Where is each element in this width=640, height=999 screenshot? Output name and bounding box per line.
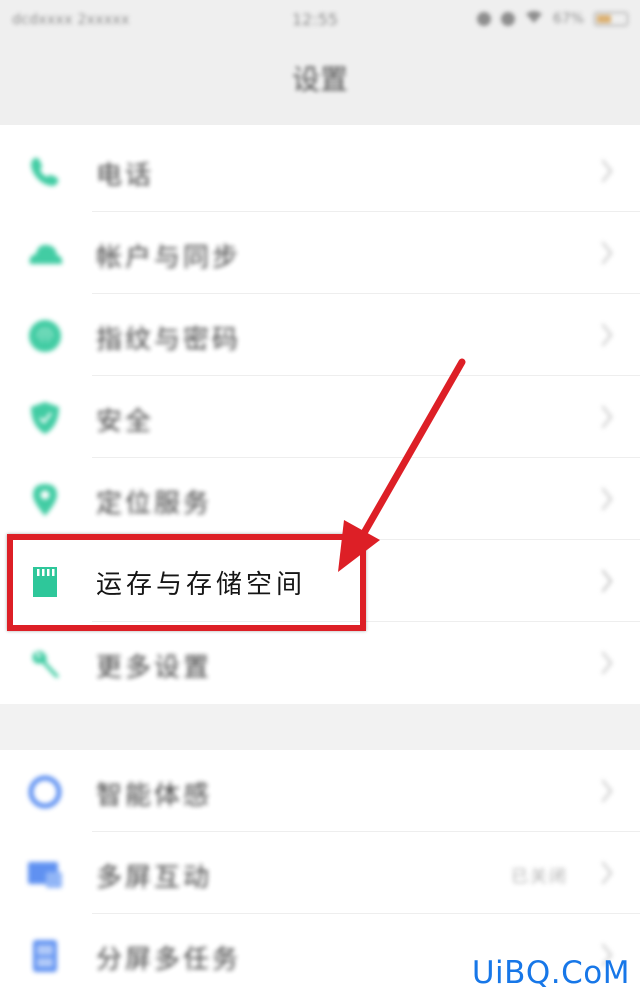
chevron-right-icon xyxy=(601,569,613,593)
settings-item-label: 安全 xyxy=(96,407,155,437)
settings-item-label: 运存与存储空间 xyxy=(96,570,307,600)
settings-item-label: 指纹与密码 xyxy=(96,325,242,355)
settings-item-label: 多屏互动 xyxy=(96,863,213,893)
carrier-name: dcdxxxx 2xxxxx xyxy=(12,12,130,28)
phone-settings-screen: dcdxxxx 2xxxxx 12:55 67% 设置 电话 帐户与同步 指纹与… xyxy=(0,0,640,999)
settings-item-ram-storage[interactable]: 运存与存储空间 xyxy=(0,540,640,622)
page-title: 设置 xyxy=(291,63,348,96)
shield-icon xyxy=(26,400,64,436)
settings-item-label: 电话 xyxy=(96,161,155,191)
chevron-right-icon xyxy=(601,861,613,885)
multi-screen-icon xyxy=(26,856,64,892)
chevron-right-icon xyxy=(601,487,613,511)
settings-item-label: 帐户与同步 xyxy=(96,243,242,273)
alarm-icon xyxy=(476,12,491,26)
settings-item-label: 更多设置 xyxy=(96,653,213,683)
wifi-icon xyxy=(525,10,543,28)
settings-item-label: 智能体感 xyxy=(96,781,213,811)
fingerprint-icon xyxy=(26,318,64,354)
battery-icon xyxy=(594,12,628,26)
settings-item-security[interactable]: 安全 xyxy=(0,376,640,458)
settings-item-more-settings[interactable]: 更多设置 xyxy=(0,622,640,704)
top-bar: dcdxxxx 2xxxxx 12:55 67% 设置 xyxy=(0,0,640,125)
wrench-icon xyxy=(26,646,64,682)
chevron-right-icon xyxy=(601,779,613,803)
settings-item-value: 已关闭 xyxy=(511,867,568,887)
notification-icon xyxy=(500,12,515,26)
settings-item-phone[interactable]: 电话 xyxy=(0,130,640,212)
settings-item-label: 定位服务 xyxy=(96,489,213,519)
settings-item-multi-screen[interactable]: 多屏互动 已关闭 xyxy=(0,832,640,914)
settings-item-location[interactable]: 定位服务 xyxy=(0,458,640,540)
sd-card-icon xyxy=(26,564,64,600)
location-icon xyxy=(26,482,64,518)
chevron-right-icon xyxy=(601,241,613,265)
chevron-right-icon xyxy=(601,323,613,347)
watermark: UiBQ.CoM xyxy=(471,955,630,991)
chevron-right-icon xyxy=(601,159,613,183)
settings-item-fingerprint-password[interactable]: 指纹与密码 xyxy=(0,294,640,376)
smart-motion-icon xyxy=(26,774,64,810)
chevron-right-icon xyxy=(601,405,613,429)
split-screen-icon xyxy=(26,938,64,974)
section-divider xyxy=(0,704,640,750)
settings-item-smart-motion[interactable]: 智能体感 xyxy=(0,750,640,832)
phone-icon xyxy=(26,154,64,190)
settings-list-system: 电话 帐户与同步 指纹与密码 安全 定位服务 运存与存储空间 更多设置 xyxy=(0,130,640,704)
status-time: 12:55 xyxy=(292,10,339,29)
settings-item-label: 分屏多任务 xyxy=(96,945,242,975)
settings-item-accounts-sync[interactable]: 帐户与同步 xyxy=(0,212,640,294)
chevron-right-icon xyxy=(601,651,613,675)
battery-percent: 67% xyxy=(552,11,584,27)
status-icons: 67% xyxy=(476,10,628,28)
status-bar: dcdxxxx 2xxxxx 12:55 67% xyxy=(0,0,640,42)
cloud-icon xyxy=(26,236,64,272)
